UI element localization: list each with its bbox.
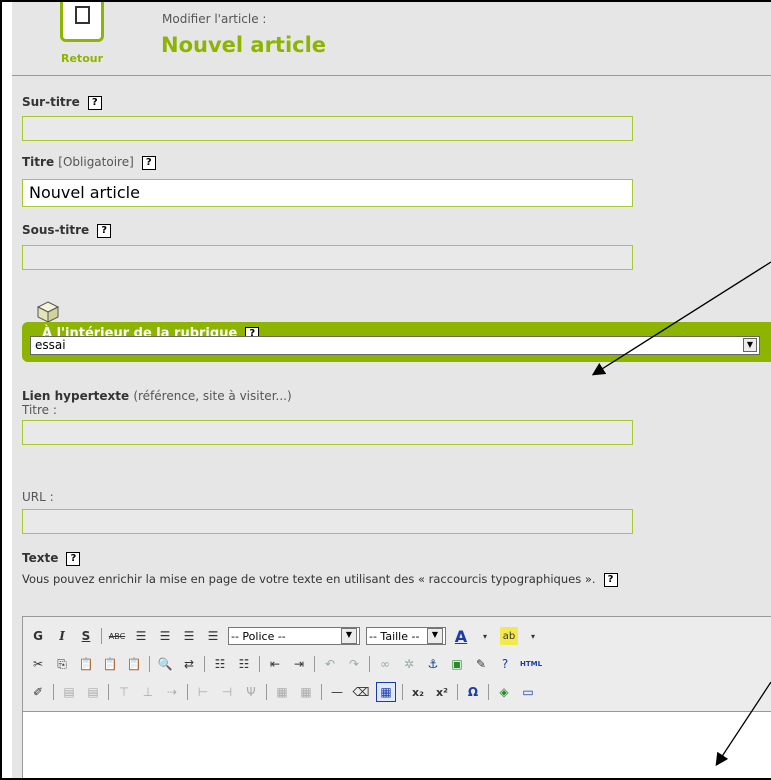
arrow-to-rubrique [591, 261, 771, 376]
article-edit-panel: Retour Modifier l'article : Nouvel artic… [12, 2, 771, 778]
arrow-to-editor [715, 681, 771, 767]
annotation-arrows [591, 261, 771, 767]
page-frame: Retour Modifier l'article : Nouvel artic… [0, 0, 771, 780]
